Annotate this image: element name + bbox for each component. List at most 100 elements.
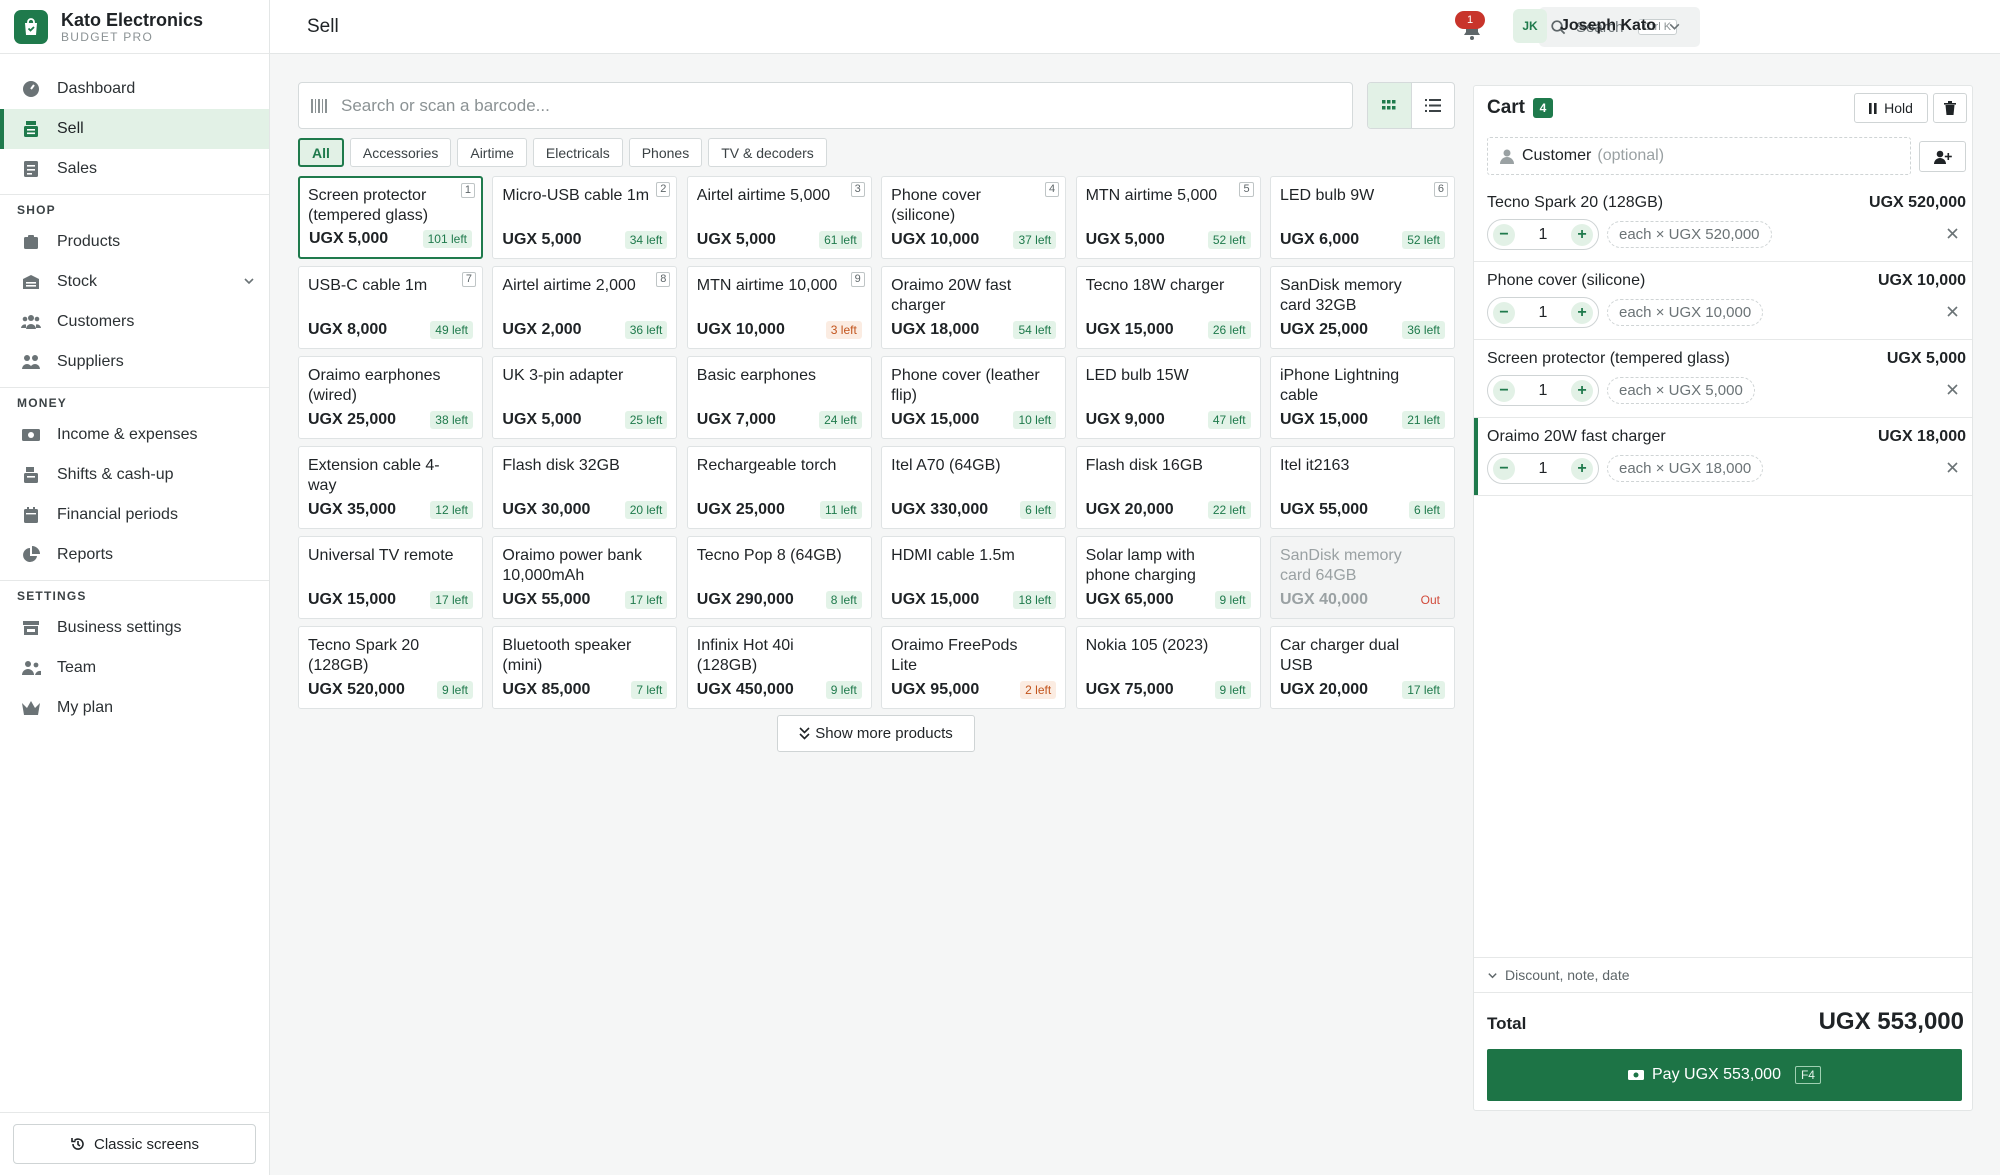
product-card[interactable]: Universal TV remote UGX 15,000 17 left — [298, 536, 483, 619]
filter-chip-tv-decoders[interactable]: TV & decoders — [708, 138, 827, 167]
nav-item-suppliers[interactable]: Suppliers — [0, 342, 269, 382]
filter-chip-airtime[interactable]: Airtime — [457, 138, 527, 167]
product-card[interactable]: Tecno Pop 8 (64GB) UGX 290,000 8 left — [686, 536, 872, 619]
list-view-button[interactable] — [1412, 83, 1455, 128]
product-card[interactable]: Airtel airtime 5,000 UGX 5,000 61 left 3 — [686, 176, 872, 259]
customer-field[interactable]: Customer (optional) — [1487, 137, 1911, 175]
nav-item-sales[interactable]: Sales — [0, 149, 269, 189]
unit-price-field[interactable]: each × UGX 18,000 — [1607, 455, 1764, 482]
minus-button[interactable]: − — [1493, 223, 1515, 246]
brand-subtitle: BUDGET PRO — [61, 29, 154, 44]
pay-button[interactable]: Pay UGX 553,000 F4 — [1487, 1049, 1962, 1101]
clear-cart-button[interactable] — [1933, 93, 1967, 123]
product-card[interactable]: Airtel airtime 2,000 UGX 2,000 36 left 8 — [492, 266, 678, 349]
product-card[interactable]: Rechargeable torch UGX 25,000 11 left — [686, 446, 872, 529]
nav-item-dashboard[interactable]: Dashboard — [0, 69, 269, 109]
nav-label: Business settings — [57, 619, 182, 636]
product-card[interactable]: Bluetooth speaker (mini) UGX 85,000 7 left — [492, 626, 678, 709]
nav-item-business[interactable]: Business settings — [0, 608, 269, 648]
nav-item-sell[interactable]: Sell — [0, 109, 269, 149]
product-card[interactable]: Solar lamp with phone charging UGX 65,000… — [1075, 536, 1261, 619]
product-card[interactable]: SanDisk memory card 32GB UGX 25,000 36 lef… — [1269, 266, 1455, 349]
show-more-button[interactable]: Show more products — [777, 715, 975, 752]
product-card[interactable]: Phone cover (leather flip) UGX 15,000 10 l… — [881, 356, 1067, 439]
remove-line-button[interactable] — [1947, 460, 1958, 478]
product-card[interactable]: MTN airtime 5,000 UGX 5,000 52 left 5 — [1075, 176, 1261, 259]
product-card[interactable]: Itel it2163 UGX 55,000 6 left — [1269, 446, 1455, 529]
product-card[interactable]: Extension cable 4-way UGX 35,000 12 left — [298, 446, 483, 529]
product-card[interactable]: Oraimo power bank 10,000mAh UGX 55,000 17 … — [492, 536, 678, 619]
minus-button[interactable]: − — [1493, 379, 1515, 402]
product-card[interactable]: USB-C cable 1m UGX 8,000 49 left 7 — [298, 266, 483, 349]
remove-line-button[interactable] — [1947, 382, 1958, 400]
stock-badge: 17 left — [430, 591, 473, 609]
remove-line-button[interactable] — [1947, 226, 1958, 244]
filter-chip-accessories[interactable]: Accessories — [349, 138, 452, 167]
filter-chip-electricals[interactable]: Electricals — [532, 138, 623, 167]
filter-chip-all[interactable]: All — [298, 138, 344, 167]
classic-screens-button[interactable]: Classic screens — [13, 1124, 256, 1164]
nav-item-periods[interactable]: Financial periods — [0, 495, 269, 535]
product-card[interactable]: Flash disk 32GB UGX 30,000 20 left — [492, 446, 678, 529]
product-card[interactable]: Oraimo FreePods Lite UGX 95,000 2 left — [881, 626, 1067, 709]
product-card[interactable]: Screen protector (tempered glass) UGX 5,0… — [298, 176, 483, 259]
nav-item-reports[interactable]: Reports — [0, 535, 269, 575]
product-card[interactable]: Tecno Spark 20 (128GB) UGX 520,000 9 left — [298, 626, 483, 709]
product-name: Itel it2163 — [1279, 457, 1350, 474]
product-card[interactable]: HDMI cable 1.5m UGX 15,000 18 left — [881, 536, 1067, 619]
product-card[interactable]: LED bulb 9W UGX 6,000 52 left 6 — [1269, 176, 1455, 259]
search-input[interactable] — [341, 95, 1241, 116]
product-card[interactable]: Flash disk 16GB UGX 20,000 22 left — [1075, 446, 1261, 529]
quantity-value[interactable]: 1 — [1539, 382, 1548, 400]
unit-price-field[interactable]: each × UGX 520,000 — [1607, 221, 1772, 248]
nav-item-products[interactable]: Products — [0, 222, 269, 262]
product-card[interactable]: Basic earphones UGX 7,000 24 left — [686, 356, 872, 439]
product-card[interactable]: Car charger dual USB UGX 20,000 17 left — [1269, 626, 1455, 709]
product-card[interactable]: Phone cover (silicone) UGX 10,000 37 left 4 — [881, 176, 1067, 259]
unit-price-field[interactable]: each × UGX 10,000 — [1607, 299, 1764, 326]
customer-label: Customer — [1522, 147, 1592, 164]
remove-line-button[interactable] — [1947, 304, 1958, 322]
plus-button[interactable]: + — [1571, 457, 1593, 480]
minus-button[interactable]: − — [1493, 457, 1515, 480]
product-card[interactable]: Oraimo 20W fast charger UGX 18,000 54 left — [881, 266, 1067, 349]
plus-button[interactable]: + — [1571, 379, 1593, 402]
product-card[interactable]: Infinix Hot 40i (128GB) UGX 450,000 9 left — [686, 626, 872, 709]
product-card[interactable]: iPhone Lightning cable UGX 15,000 21 left — [1269, 356, 1455, 439]
minus-button[interactable]: − — [1493, 301, 1515, 324]
nav-item-customers[interactable]: Customers — [0, 302, 269, 342]
stock-badge: 38 left — [430, 411, 473, 429]
nav-item-stock[interactable]: Stock — [0, 262, 269, 302]
plus-button[interactable]: + — [1571, 223, 1593, 246]
product-card[interactable]: Nokia 105 (2023) UGX 75,000 9 left — [1075, 626, 1261, 709]
chevron-down-icon[interactable] — [243, 274, 255, 292]
product-card[interactable]: UK 3-pin adapter UGX 5,000 25 left — [492, 356, 678, 439]
hold-button[interactable]: Hold — [1854, 93, 1928, 123]
unit-price-field[interactable]: each × UGX 5,000 — [1607, 377, 1755, 404]
user-icon — [1500, 149, 1514, 164]
grid-view-button[interactable] — [1368, 83, 1412, 128]
quantity-value[interactable]: 1 — [1539, 460, 1548, 478]
user-menu[interactable]: JK Joseph Kato — [1513, 9, 1681, 43]
product-card[interactable]: Tecno 18W charger UGX 15,000 26 left — [1075, 266, 1261, 349]
quantity-value[interactable]: 1 — [1539, 304, 1548, 322]
plus-button[interactable]: + — [1571, 301, 1593, 324]
filter-chip-phones[interactable]: Phones — [628, 138, 703, 167]
discount-toggle[interactable]: Discount, note, date — [1474, 957, 1972, 993]
nav-item-income[interactable]: Income & expenses — [0, 415, 269, 455]
cart-line: Tecno Spark 20 (128GB) UGX 520,000 − 1 + each… — [1474, 184, 1972, 262]
product-card[interactable]: Micro-USB cable 1m UGX 5,000 34 left 2 — [492, 176, 678, 259]
product-card[interactable]: Oraimo earphones (wired) UGX 25,000 38 lef… — [298, 356, 483, 439]
product-search[interactable] — [298, 82, 1353, 129]
product-card[interactable]: Itel A70 (64GB) UGX 330,000 6 left — [881, 446, 1067, 529]
close-icon — [1947, 462, 1958, 473]
nav-item-team[interactable]: Team — [0, 648, 269, 688]
quantity-value[interactable]: 1 — [1539, 226, 1548, 244]
product-card[interactable]: MTN airtime 10,000 UGX 10,000 3 left 9 — [686, 266, 872, 349]
nav-item-shifts[interactable]: Shifts & cash-up — [0, 455, 269, 495]
product-card[interactable]: LED bulb 15W UGX 9,000 47 left — [1075, 356, 1261, 439]
product-price: UGX 15,000 — [891, 591, 980, 608]
product-card[interactable]: SanDisk memory card 64GB UGX 40,000 Out — [1269, 536, 1455, 619]
nav-item-plan[interactable]: My plan — [0, 688, 269, 728]
add-customer-button[interactable] — [1919, 141, 1966, 172]
